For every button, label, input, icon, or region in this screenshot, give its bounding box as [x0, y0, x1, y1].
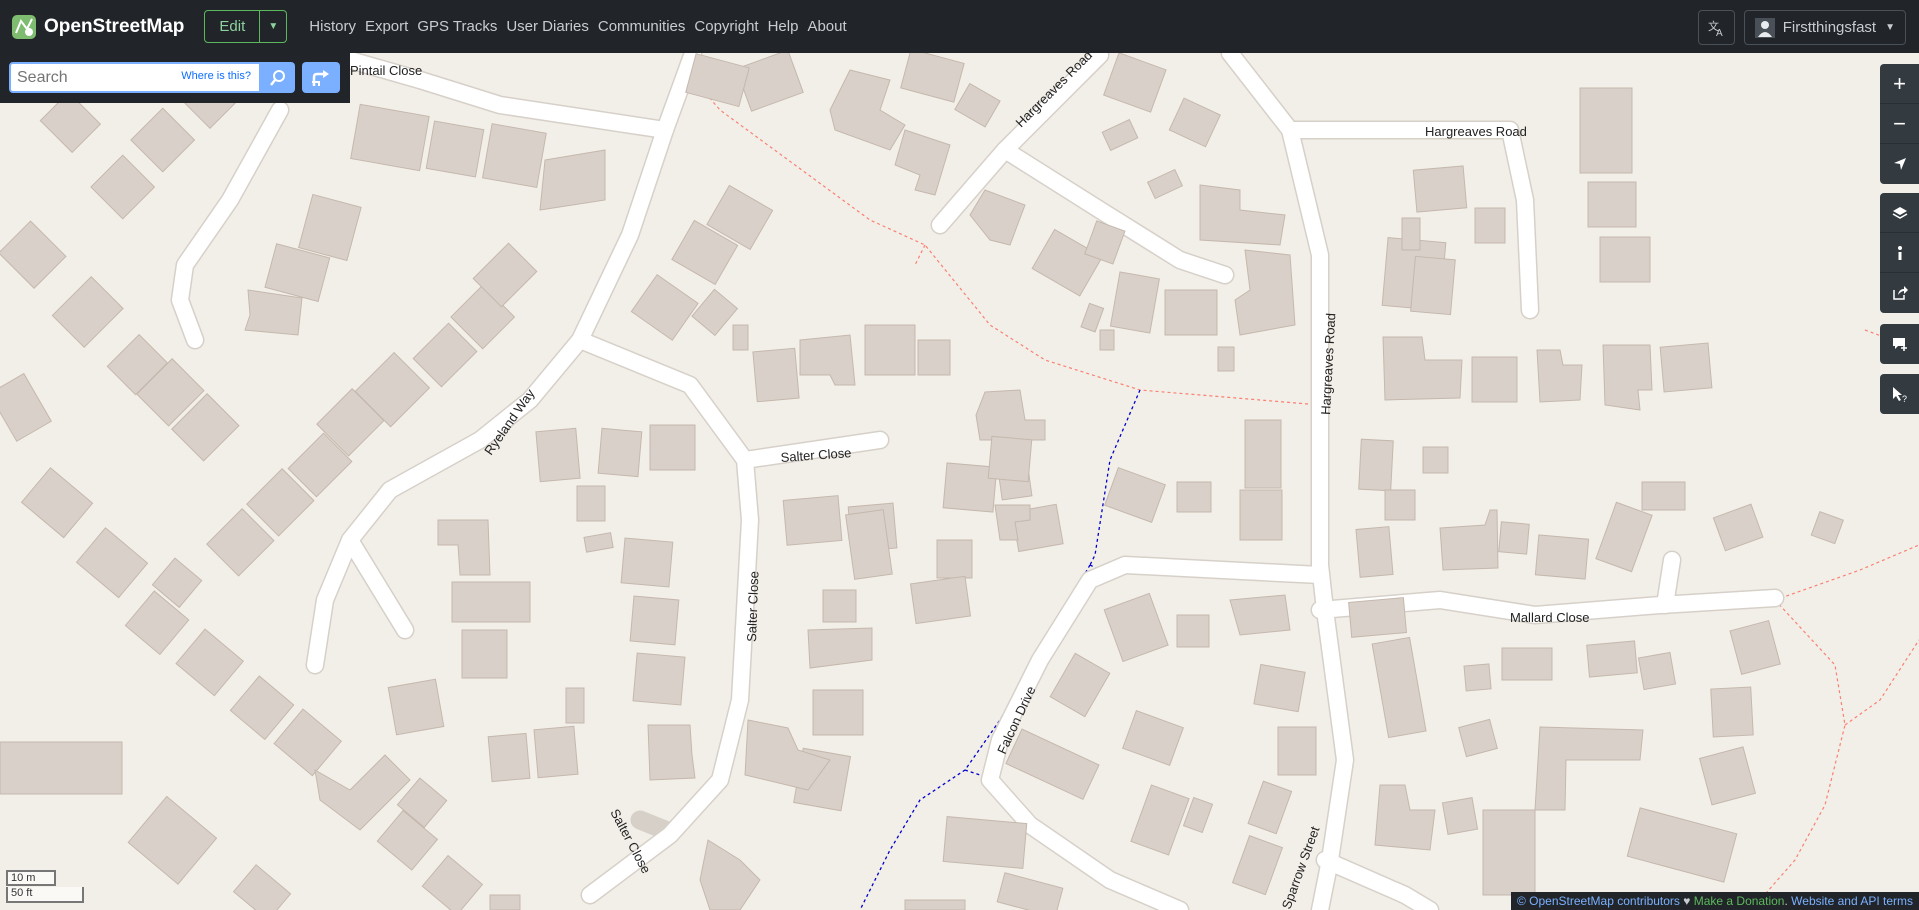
- user-icon: [1754, 17, 1775, 38]
- layers-icon: [1892, 206, 1907, 219]
- copyright-link[interactable]: © OpenStreetMap contributors: [1517, 894, 1680, 908]
- directions-icon: [312, 69, 329, 86]
- nav-export[interactable]: Export: [365, 18, 408, 35]
- nav-help[interactable]: Help: [768, 18, 799, 35]
- edit-group: Edit ▼: [204, 10, 288, 43]
- search-submit-button[interactable]: [261, 62, 295, 93]
- zoom-controls: + −: [1880, 64, 1919, 184]
- road-label: Hargreaves Road: [1425, 124, 1527, 139]
- donate-link[interactable]: Make a Donation: [1694, 894, 1785, 908]
- edit-button[interactable]: Edit: [204, 10, 261, 43]
- attribution-bar: © OpenStreetMap contributors ♥ Make a Do…: [1511, 892, 1919, 910]
- info-icon: [1897, 245, 1902, 260]
- query-features-icon: ?: [1892, 387, 1907, 403]
- add-note-button[interactable]: [1880, 324, 1919, 364]
- locate-button[interactable]: [1880, 144, 1919, 184]
- query-features-button[interactable]: ?: [1880, 374, 1919, 414]
- share-button[interactable]: [1880, 273, 1919, 313]
- nav-gps-tracks[interactable]: GPS Tracks: [417, 18, 497, 35]
- nav-about[interactable]: About: [807, 18, 846, 35]
- nav-user-diaries[interactable]: User Diaries: [506, 18, 589, 35]
- zoom-in-icon: +: [1893, 70, 1906, 96]
- road-label: Pintail Close: [350, 63, 422, 78]
- zoom-out-button[interactable]: −: [1880, 104, 1919, 144]
- heart-icon: ♥: [1683, 894, 1691, 908]
- username: Firstthingsfast: [1782, 19, 1877, 36]
- road-label: Mallard Close: [1510, 610, 1589, 625]
- translate-icon: 文 A: [1708, 19, 1723, 37]
- primary-nav: History Export GPS Tracks User Diaries C…: [309, 18, 855, 35]
- map-svg[interactable]: Hargreaves Road Hargreaves Road Hargreav…: [0, 53, 1919, 910]
- language-button[interactable]: 文 A: [1697, 10, 1735, 45]
- user-menu-button[interactable]: Firstthingsfast ▼: [1743, 10, 1906, 45]
- scale-metric: 10 m: [6, 870, 56, 886]
- search-panel: Where is this?: [0, 53, 350, 103]
- zoom-out-icon: −: [1893, 110, 1906, 136]
- brand-name: OpenStreetMap: [44, 15, 185, 37]
- separator: .: [1784, 894, 1788, 908]
- layers-button[interactable]: [1880, 193, 1919, 233]
- search-icon: [270, 69, 285, 86]
- locate-icon: [1893, 158, 1906, 170]
- map-canvas[interactable]: Hargreaves Road Hargreaves Road Hargreav…: [0, 53, 1919, 910]
- brand-logo[interactable]: OpenStreetMap: [10, 13, 184, 41]
- osm-logo-icon: [12, 14, 36, 39]
- header-bar: OpenStreetMap Edit ▼ History Export GPS …: [0, 0, 1919, 53]
- tool-controls: [1880, 193, 1919, 313]
- nav-communities[interactable]: Communities: [598, 18, 686, 35]
- search-input[interactable]: [11, 64, 193, 91]
- where-is-this-link[interactable]: Where is this?: [181, 70, 251, 82]
- add-note-icon: [1892, 338, 1907, 351]
- edit-dropdown-toggle[interactable]: ▼: [260, 10, 288, 43]
- svg-text:?: ?: [1902, 394, 1907, 403]
- nav-history[interactable]: History: [309, 18, 356, 35]
- terms-link[interactable]: Website and API terms: [1791, 894, 1913, 908]
- user-area: 文 A Firstthingsfast ▼: [1697, 10, 1906, 45]
- svg-text:A: A: [1716, 28, 1723, 37]
- map-key-button[interactable]: [1880, 233, 1919, 273]
- scale-imperial: 50 ft: [6, 887, 84, 903]
- nav-copyright[interactable]: Copyright: [694, 18, 758, 35]
- caret-down-icon: ▼: [268, 21, 279, 32]
- note-controls: [1880, 324, 1919, 364]
- share-icon: [1892, 286, 1908, 300]
- search-box: Where is this?: [9, 62, 261, 93]
- caret-down-icon: ▼: [1885, 22, 1895, 33]
- zoom-in-button[interactable]: +: [1880, 64, 1919, 104]
- road-label: Salter Close: [744, 571, 761, 642]
- directions-button[interactable]: [302, 62, 340, 93]
- query-controls: ?: [1880, 374, 1919, 414]
